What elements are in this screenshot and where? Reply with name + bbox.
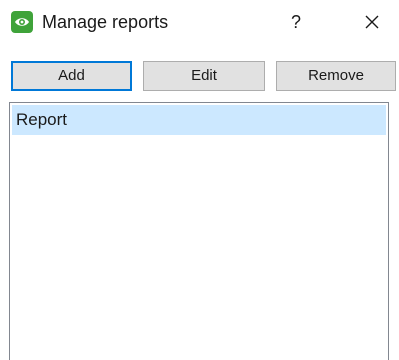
manage-reports-dialog: Manage reports ? Add Edit Remove Report (0, 0, 399, 360)
add-button[interactable]: Add (11, 61, 132, 91)
title-bar: Manage reports ? (0, 0, 399, 44)
list-item[interactable]: Report (12, 105, 386, 135)
help-button[interactable]: ? (282, 8, 310, 36)
close-icon (365, 15, 379, 29)
toolbar: Add Edit Remove (11, 61, 396, 93)
reports-list[interactable]: Report (9, 102, 389, 360)
edit-button[interactable]: Edit (143, 61, 265, 91)
window-title: Manage reports (42, 12, 169, 32)
remove-button[interactable]: Remove (276, 61, 396, 91)
eye-icon (11, 11, 33, 33)
close-button[interactable] (358, 8, 386, 36)
